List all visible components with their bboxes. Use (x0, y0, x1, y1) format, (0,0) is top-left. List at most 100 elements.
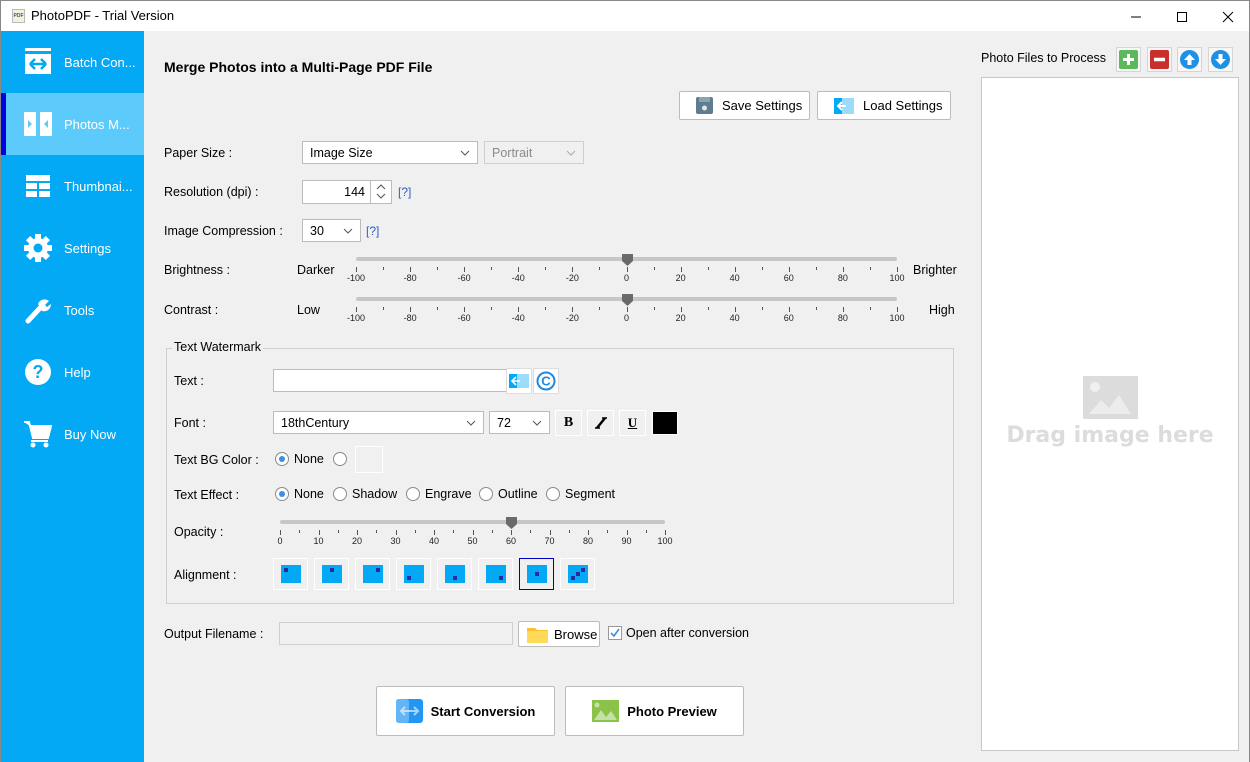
bg-color-swatch[interactable] (355, 446, 383, 473)
radio-circle[interactable] (275, 487, 289, 501)
close-button[interactable] (1205, 1, 1250, 32)
sidebar-item-batch-convert[interactable]: Batch Con... (1, 31, 144, 93)
alignment-diagonal-button[interactable] (560, 558, 595, 590)
compression-help-link[interactable]: [?] (366, 224, 379, 238)
slider-tick (568, 530, 570, 533)
effect-outline-radio[interactable]: Outline (479, 487, 538, 501)
effect-segment-radio[interactable]: Segment (546, 487, 615, 501)
add-icon (1119, 50, 1138, 69)
radio-circle[interactable] (333, 487, 347, 501)
brightness-slider[interactable]: -100 -80 -60 -40 -20 0 20 40 60 80 100 (347, 254, 905, 290)
wrench-icon (23, 295, 53, 325)
start-conversion-button[interactable]: Start Conversion (376, 686, 555, 736)
compression-select[interactable]: 30 (302, 219, 361, 242)
alignment-top-right-icon (362, 565, 383, 583)
browse-button[interactable]: Browse (518, 621, 600, 647)
font-size-select[interactable]: 72 (489, 411, 550, 434)
radio-circle[interactable] (546, 487, 560, 501)
alignment-top-center-icon (321, 565, 342, 583)
slider-tick-label: -100 (346, 313, 366, 323)
effect-label: Shadow (352, 487, 398, 501)
photo-preview-button[interactable]: Photo Preview (565, 686, 744, 736)
alignment-top-center-button[interactable] (314, 558, 349, 590)
opacity-slider[interactable]: 0 10 20 30 40 50 60 70 80 90 100 (277, 517, 673, 553)
radio-circle[interactable] (406, 487, 420, 501)
sidebar-item-buy-now[interactable]: Buy Now (1, 403, 144, 465)
underline-button[interactable]: U (619, 410, 646, 436)
slider-tick-label: 60 (505, 536, 517, 546)
resolution-value[interactable]: 144 (344, 185, 365, 199)
effect-none-radio[interactable]: None (275, 487, 324, 501)
effect-shadow-radio[interactable]: Shadow (333, 487, 397, 501)
alignment-center-button[interactable] (519, 558, 554, 590)
alignment-bottom-left-button[interactable] (396, 558, 431, 590)
open-after-conversion-checkbox[interactable]: Open after conversion (608, 626, 749, 640)
checkbox-box[interactable] (608, 626, 622, 640)
slider-tick (472, 530, 474, 535)
move-up-icon (1180, 50, 1199, 69)
save-settings-button[interactable]: Save Settings (679, 91, 810, 120)
font-color-swatch[interactable] (652, 411, 678, 435)
move-up-button[interactable] (1177, 47, 1202, 72)
move-down-button[interactable] (1208, 47, 1233, 72)
svg-text:C: C (541, 374, 551, 389)
sidebar-item-label: Settings (64, 240, 111, 256)
minimize-button[interactable] (1113, 1, 1159, 32)
remove-file-button[interactable] (1147, 47, 1172, 72)
slider-track[interactable] (280, 520, 665, 524)
bold-icon: B (563, 415, 574, 430)
window-title: PhotoPDF - Trial Version (31, 8, 175, 23)
sidebar-item-photos-merge[interactable]: Photos M... (1, 93, 144, 155)
radio-circle[interactable] (275, 452, 289, 466)
insert-text-button[interactable] (506, 368, 532, 394)
radio-circle[interactable] (333, 452, 347, 466)
convert-icon (395, 699, 423, 723)
alignment-top-right-button[interactable] (355, 558, 390, 590)
resolution-spin-buttons[interactable] (370, 181, 391, 203)
slider-thumb[interactable] (621, 294, 633, 306)
sidebar-item-thumbnail[interactable]: Thumbnai... (1, 155, 144, 217)
title-bar: PDF PhotoPDF - Trial Version (0, 0, 1250, 31)
slider-tick (453, 530, 455, 533)
load-settings-button[interactable]: Load Settings (817, 91, 951, 120)
copyright-symbol-button[interactable]: C (533, 368, 559, 394)
alignment-dot (498, 576, 503, 580)
radio-circle[interactable] (479, 487, 493, 501)
watermark-text-input[interactable] (273, 369, 507, 392)
sidebar-item-tools[interactable]: Tools (1, 279, 144, 341)
slider-thumb[interactable] (621, 254, 633, 266)
slider-tick (665, 530, 666, 535)
alignment-bottom-center-button[interactable] (437, 558, 472, 590)
sidebar-item-label: Photos M... (64, 116, 130, 132)
resolution-stepper[interactable]: 144 (302, 180, 392, 204)
effect-engrave-radio[interactable]: Engrave (406, 487, 472, 501)
orientation-select[interactable]: Portrait (484, 141, 584, 164)
bold-button[interactable]: B (555, 410, 582, 436)
resolution-help-link[interactable]: [?] (398, 185, 411, 199)
slider-tick (734, 267, 736, 272)
output-filename-input[interactable] (279, 622, 513, 645)
chevron-up-icon[interactable] (376, 183, 386, 190)
photo-file-list[interactable]: Drag image here (981, 77, 1239, 751)
bg-color-radio[interactable] (333, 452, 352, 466)
alignment-top-left-button[interactable] (273, 558, 308, 590)
alignment-dot (406, 576, 411, 580)
drop-zone[interactable]: Drag image here (982, 376, 1238, 448)
slider-thumb[interactable] (506, 517, 517, 529)
sidebar-item-settings[interactable]: Settings (1, 217, 144, 279)
contrast-slider[interactable]: -100 -80 -60 -40 -20 0 20 40 60 80 100 (347, 294, 905, 330)
bg-none-radio[interactable]: None (275, 452, 324, 466)
slider-tick (299, 530, 301, 533)
add-file-button[interactable] (1116, 47, 1141, 72)
chevron-down-icon[interactable] (376, 193, 386, 200)
sidebar-item-help[interactable]: ? Help (1, 341, 144, 403)
font-size-value: 72 (497, 415, 511, 430)
paper-size-select[interactable]: Image Size (302, 141, 478, 164)
maximize-button[interactable] (1159, 1, 1205, 32)
font-select[interactable]: 18thCentury (273, 411, 484, 434)
slider-tick (491, 530, 493, 533)
slider-tick (410, 307, 412, 312)
alignment-bottom-right-button[interactable] (478, 558, 513, 590)
photos-merge-icon (23, 109, 53, 139)
italic-button[interactable] (587, 410, 614, 436)
